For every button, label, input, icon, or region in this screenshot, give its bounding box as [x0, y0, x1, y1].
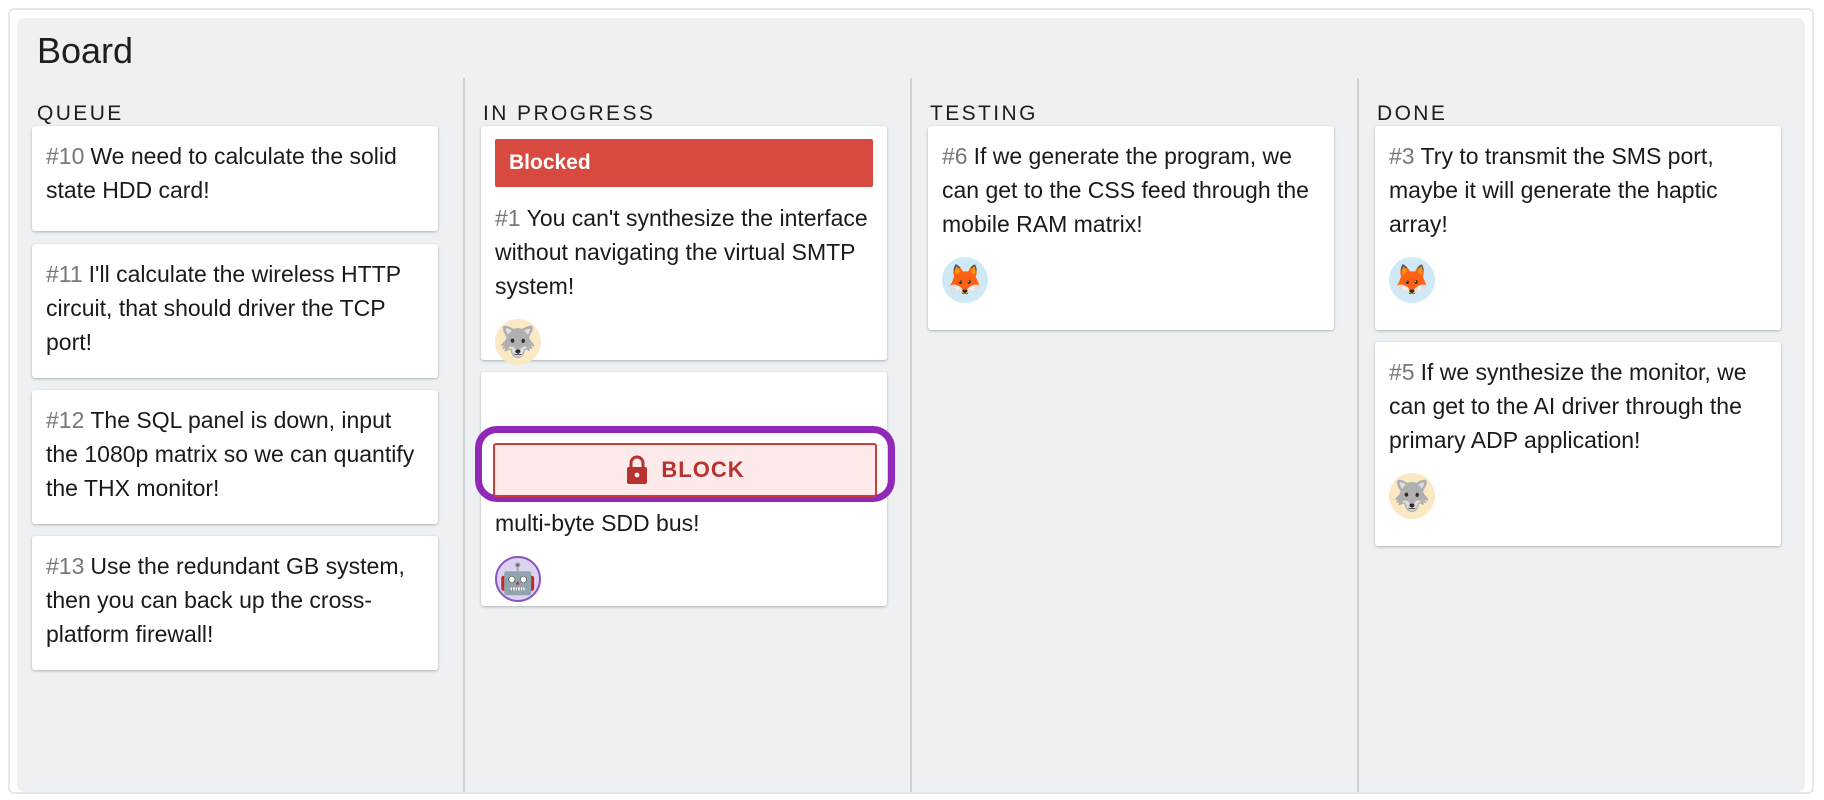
card-id: #3: [1389, 143, 1415, 169]
card-text: #6 If we generate the program, we can get…: [942, 139, 1320, 241]
wolf-avatar: 🐺: [1389, 473, 1435, 519]
column-done: DONE #3 Try to transmit the SMS port, may…: [1357, 78, 1804, 792]
card-11[interactable]: #11 I'll calculate the wireless HTTP circ…: [32, 244, 438, 378]
board-title: Board: [37, 30, 134, 71]
block-button-label: BLOCK: [661, 457, 745, 482]
card-text: #1 You can't synthesize the interface wit…: [495, 201, 873, 303]
card-description: We need to calculate the solid state HDD…: [46, 143, 397, 203]
card-id: #1: [495, 205, 521, 231]
card-id: #6: [942, 143, 968, 169]
column-title-done: DONE: [1377, 102, 1448, 125]
card-id: #5: [1389, 359, 1415, 385]
card-10[interactable]: #10 We need to calculate the solid state …: [32, 126, 438, 231]
kanban-board: Board QUEUE #10 We need to calculate the …: [17, 18, 1805, 792]
card-text: #12 The SQL panel is down, input the 1080…: [46, 403, 424, 505]
robot-avatar: 🤖: [495, 556, 541, 602]
block-button[interactable]: BLOCK: [493, 443, 877, 497]
block-button-highlight: BLOCK: [475, 426, 895, 502]
fox-avatar: 🦊: [942, 257, 988, 303]
card-description: I'll calculate the wireless HTTP circuit…: [46, 261, 401, 355]
column-in-progress: IN PROGRESS Blocked #1 You can't synthesi…: [463, 78, 910, 792]
card-text: #5 If we synthesize the monitor, we can g…: [1389, 355, 1767, 457]
card-description: Try to transmit the SMS port, maybe it w…: [1389, 143, 1718, 237]
card-id: #11: [46, 261, 83, 287]
wolf-avatar: 🐺: [495, 319, 541, 365]
blocked-status-banner: Blocked: [495, 139, 873, 187]
card-13[interactable]: #13 Use the redundant GB system, then you…: [32, 536, 438, 670]
card-description: Use the redundant GB system, then you ca…: [46, 553, 405, 647]
card-id: #13: [46, 553, 85, 579]
card-id: #10: [46, 143, 85, 169]
column-title-in-progress: IN PROGRESS: [483, 102, 656, 125]
card-12[interactable]: #12 The SQL panel is down, input the 1080…: [32, 390, 438, 524]
card-text: #3 Try to transmit the SMS port, maybe it…: [1389, 139, 1767, 241]
card-description: You can't synthesize the interface witho…: [495, 205, 868, 299]
card-description: If we synthesize the monitor, we can get…: [1389, 359, 1747, 453]
card-3[interactable]: #3 Try to transmit the SMS port, maybe it…: [1375, 126, 1781, 330]
card-id: #12: [46, 407, 85, 433]
card-5[interactable]: #5 If we synthesize the monitor, we can g…: [1375, 342, 1781, 546]
card-6[interactable]: #6 If we generate the program, we can get…: [928, 126, 1334, 330]
lock-icon: [625, 455, 649, 485]
card-1[interactable]: Blocked #1 You can't synthesize the inter…: [481, 126, 887, 365]
column-testing: TESTING #6 If we generate the program, we…: [910, 78, 1357, 792]
column-title-testing: TESTING: [930, 102, 1038, 125]
card-text: #10 We need to calculate the solid state …: [46, 139, 424, 207]
fox-avatar: 🦊: [1389, 257, 1435, 303]
card-text: #11 I'll calculate the wireless HTTP circ…: [46, 257, 424, 359]
column-queue: QUEUE #10 We need to calculate the solid …: [17, 78, 464, 792]
card-text: #13 Use the redundant GB system, then you…: [46, 549, 424, 651]
column-title-queue: QUEUE: [37, 102, 124, 125]
card-description: The SQL panel is down, input the 1080p m…: [46, 407, 415, 501]
card-description: If we generate the program, we can get t…: [942, 143, 1309, 237]
